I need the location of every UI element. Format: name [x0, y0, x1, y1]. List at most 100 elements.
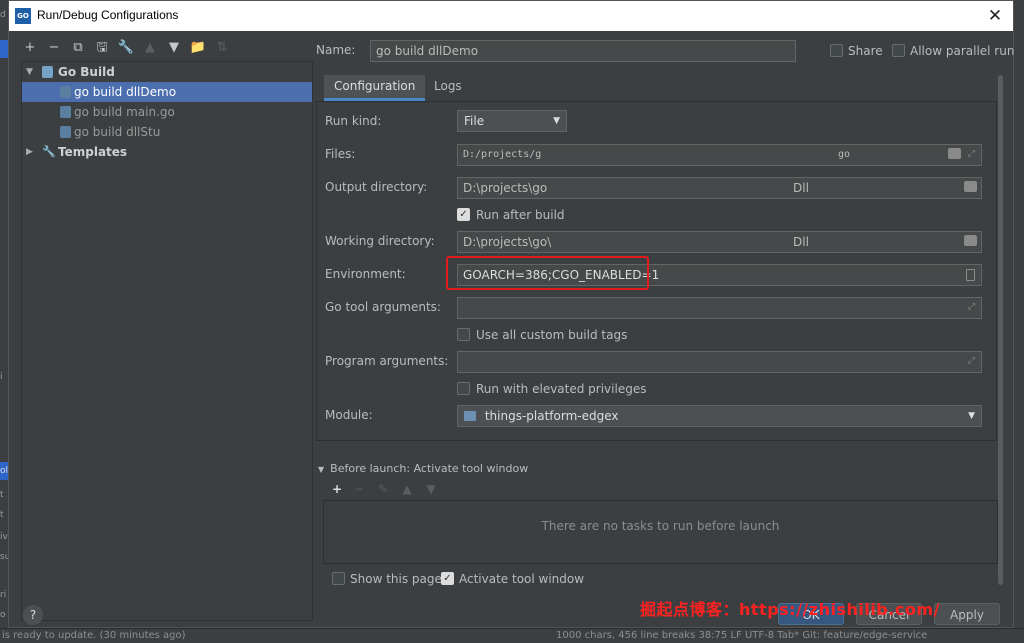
- activate-tool-window-label: Activate tool window: [459, 572, 585, 586]
- watermark-text: 掘起点博客：https://zhishilib.com/: [640, 600, 940, 619]
- go-tool-arguments-input[interactable]: ⤢: [457, 297, 982, 319]
- tree-group-templates[interactable]: ▶ 🔧 Templates: [22, 142, 312, 162]
- share-label: Share: [848, 44, 883, 58]
- tree-item-go-build-main[interactable]: go build main.go: [22, 102, 312, 122]
- chevron-down-icon: ▼: [553, 116, 560, 126]
- ide-fragment: su: [0, 552, 8, 562]
- add-task-button[interactable]: +: [328, 482, 346, 496]
- add-config-button[interactable]: +: [21, 39, 39, 57]
- move-task-up-button[interactable]: ▲: [398, 482, 416, 496]
- tab-configuration[interactable]: Configuration: [324, 75, 426, 101]
- allow-parallel-label: Allow parallel run: [910, 44, 1015, 58]
- run-after-build-label: Run after build: [476, 208, 565, 222]
- elevated-privileges-label: Run with elevated privileges: [476, 382, 647, 396]
- tree-group-label: Go Build: [58, 65, 115, 79]
- ide-fragment: t: [0, 490, 4, 500]
- environment-label: Environment:: [325, 267, 406, 281]
- show-this-page-checkbox[interactable]: [332, 572, 345, 585]
- go-file-icon: [60, 126, 71, 138]
- right-scrollbar[interactable]: [997, 75, 1004, 585]
- activate-tool-window-checkbox[interactable]: ✓: [441, 572, 454, 585]
- apply-button[interactable]: Apply: [934, 603, 1000, 625]
- ide-fragment: d: [0, 10, 6, 20]
- expand-arrow-icon[interactable]: ▼: [26, 62, 33, 82]
- output-directory-input[interactable]: D:\projects\go Dll: [457, 177, 982, 199]
- show-this-page-label: Show this page: [350, 572, 442, 586]
- sort-button[interactable]: ⇅: [213, 39, 231, 57]
- edit-environment-icon[interactable]: [966, 269, 975, 281]
- title-bar: GO Run/Debug Configurations ✕: [9, 1, 1013, 31]
- tree-group-label: Templates: [58, 145, 128, 159]
- module-folder-icon: [464, 411, 476, 421]
- allow-parallel-checkbox[interactable]: [892, 44, 905, 57]
- name-label: Name:: [316, 43, 356, 57]
- name-input[interactable]: go build dllDemo: [370, 40, 796, 62]
- before-launch-header[interactable]: ▼ Before launch: Activate tool window: [318, 462, 528, 475]
- edit-defaults-button[interactable]: 🔧: [117, 39, 135, 57]
- working-directory-value-start: D:\projects\go\: [463, 235, 552, 249]
- working-directory-value-end: Dll: [793, 235, 809, 249]
- collapse-arrow-icon: ▼: [318, 465, 325, 474]
- folder-button[interactable]: 📁: [189, 39, 207, 57]
- save-config-button[interactable]: 🖫: [93, 39, 111, 57]
- run-after-build-checkbox[interactable]: ✓: [457, 208, 470, 221]
- ide-right-edge: [1014, 0, 1024, 643]
- ide-fragment: ri: [0, 590, 7, 600]
- tree-item-go-build-dlldemo[interactable]: go build dllDemo: [22, 82, 312, 102]
- use-custom-build-tags-checkbox[interactable]: [457, 328, 470, 341]
- program-arguments-input[interactable]: ⤢: [457, 351, 982, 373]
- files-value-start: D:/projects/g: [463, 149, 542, 160]
- collapse-arrow-icon[interactable]: ▶: [26, 142, 33, 162]
- tree-item-label: go build dllDemo: [74, 85, 177, 99]
- elevated-privileges-checkbox[interactable]: [457, 382, 470, 395]
- ide-status-bar: is ready to update. (30 minutes ago) 100…: [0, 628, 1024, 643]
- empty-tasks-message: There are no tasks to run before launch: [541, 519, 780, 533]
- files-input[interactable]: D:/projects/g go ⤢: [457, 144, 982, 166]
- expand-icon[interactable]: ⤢: [966, 356, 977, 367]
- move-task-down-button[interactable]: ▼: [422, 482, 440, 496]
- expand-icon[interactable]: ⤢: [966, 149, 977, 160]
- move-up-button[interactable]: ▲: [141, 39, 159, 57]
- environment-highlight-box: [446, 256, 649, 290]
- remove-config-button[interactable]: −: [45, 39, 63, 57]
- configuration-panel: Run kind: File ▼ Files: D:/projects/g go…: [316, 101, 997, 441]
- run-kind-select[interactable]: File ▼: [457, 110, 567, 132]
- files-label: Files:: [325, 147, 356, 161]
- ide-fragment: ol: [0, 466, 8, 476]
- scrollbar-thumb[interactable]: [998, 75, 1003, 585]
- tree-group-go-build[interactable]: ▼ Go Build: [22, 62, 312, 82]
- working-directory-input[interactable]: D:\projects\go\ Dll: [457, 231, 982, 253]
- tab-logs[interactable]: Logs: [424, 75, 472, 101]
- go-file-icon: [60, 106, 71, 118]
- tree-item-label: go build dllStu: [74, 125, 161, 139]
- expand-icon[interactable]: ⤢: [966, 302, 977, 313]
- module-label: Module:: [325, 408, 373, 422]
- working-directory-label: Working directory:: [325, 234, 435, 248]
- ide-fragment: i: [0, 372, 3, 382]
- close-icon[interactable]: ✕: [983, 4, 1007, 28]
- move-down-button[interactable]: ▼: [165, 39, 183, 57]
- tree-item-go-build-dllstu[interactable]: go build dllStu: [22, 122, 312, 142]
- browse-folder-icon[interactable]: [948, 148, 961, 159]
- browse-folder-icon[interactable]: [964, 181, 977, 192]
- output-directory-value-end: Dll: [793, 181, 809, 195]
- ide-status-right: 1000 chars, 456 line breaks 38:75 LF UTF…: [556, 630, 928, 641]
- chevron-down-icon: ▼: [968, 411, 975, 421]
- config-tree: ▼ Go Build go build dllDemo go build mai…: [21, 61, 313, 621]
- goland-app-icon: GO: [15, 8, 31, 24]
- remove-task-button[interactable]: −: [350, 482, 368, 496]
- edit-task-button[interactable]: ✎: [374, 482, 392, 496]
- module-select[interactable]: things-platform-edgex ▼: [457, 405, 982, 427]
- ide-fragment: iv: [0, 532, 8, 542]
- browse-folder-icon[interactable]: [964, 235, 977, 246]
- ide-fragment: t: [0, 510, 4, 520]
- help-button[interactable]: ?: [23, 605, 43, 625]
- ide-fragment: o: [0, 610, 6, 620]
- module-value: things-platform-edgex: [484, 409, 619, 423]
- ide-status-text: is ready to update. (30 minutes ago): [2, 630, 186, 641]
- share-checkbox[interactable]: [830, 44, 843, 57]
- go-tool-arguments-label: Go tool arguments:: [325, 300, 441, 314]
- program-arguments-label: Program arguments:: [325, 354, 449, 368]
- tree-item-label: go build main.go: [74, 105, 175, 119]
- copy-config-button[interactable]: ⧉: [69, 39, 87, 57]
